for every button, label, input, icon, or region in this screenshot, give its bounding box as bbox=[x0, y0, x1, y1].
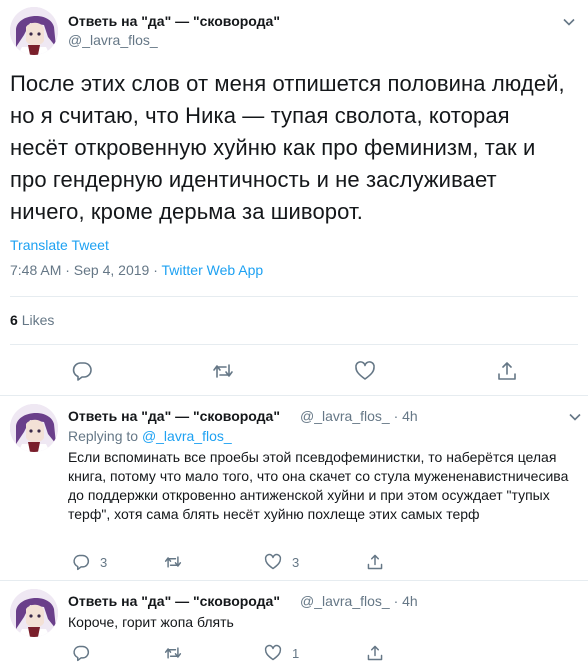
avatar[interactable] bbox=[10, 404, 58, 452]
user-handle-time[interactable]: @_lavra_flos_ · 4h bbox=[300, 408, 418, 424]
translate-tweet-link[interactable]: Translate Tweet bbox=[10, 237, 109, 253]
likes-count[interactable]: 6 Likes bbox=[10, 312, 54, 328]
retweet-button[interactable] bbox=[164, 643, 192, 663]
retweet-button[interactable] bbox=[164, 552, 192, 572]
user-handle[interactable]: @_lavra_flos_ bbox=[68, 32, 158, 48]
reply-tweet[interactable]: Ответь на "да" — "сковорода" @_lavra_flo… bbox=[0, 396, 588, 580]
share-icon bbox=[367, 554, 383, 570]
share-button[interactable] bbox=[366, 643, 394, 663]
reply-tweet[interactable]: Ответь на "да" — "сковорода" @_lavra_flo… bbox=[0, 581, 588, 669]
user-handle-time[interactable]: @_lavra_flos_ · 4h bbox=[300, 593, 418, 609]
reply-icon[interactable] bbox=[71, 360, 93, 382]
retweet-icon bbox=[164, 556, 182, 568]
reply-button[interactable] bbox=[72, 643, 100, 663]
display-name[interactable]: Ответь на "да" — "сковорода" bbox=[68, 408, 280, 424]
tweet-meta: 7:48 AM · Sep 4, 2019 · Twitter Web App bbox=[10, 262, 263, 278]
share-button[interactable] bbox=[366, 552, 394, 572]
reply-icon bbox=[73, 554, 90, 571]
source-app-link[interactable]: Twitter Web App bbox=[162, 262, 264, 278]
replying-to-link[interactable]: @_lavra_flos_ bbox=[142, 428, 232, 444]
reply-count: 3 bbox=[100, 554, 108, 570]
tweet-text: После этих слов от меня отпишется полови… bbox=[10, 71, 565, 224]
like-icon[interactable] bbox=[354, 360, 376, 382]
reply-actions: 1 bbox=[68, 643, 568, 663]
avatar[interactable] bbox=[10, 7, 58, 55]
like-count: 1 bbox=[292, 645, 300, 661]
reply-text: Если вспоминать все проебы этой псевдофе… bbox=[68, 449, 569, 522]
replying-to: Replying to @_lavra_flos_ bbox=[68, 428, 232, 444]
reply-text: Короче, горит жопа блять bbox=[68, 614, 234, 630]
likes-number: 6 bbox=[10, 312, 18, 328]
like-count: 3 bbox=[292, 554, 300, 570]
like-icon bbox=[264, 644, 282, 661]
likes-label: Likes bbox=[21, 312, 55, 328]
avatar[interactable] bbox=[10, 589, 58, 637]
reply-button[interactable]: 3 bbox=[72, 552, 107, 572]
chevron-down-icon[interactable] bbox=[562, 15, 576, 29]
tweet-timestamp[interactable]: 7:48 AM · Sep 4, 2019 · bbox=[10, 262, 162, 278]
main-tweet: Ответь на "да" — "сковорода" @_lavra_flo… bbox=[0, 0, 588, 396]
share-icon bbox=[367, 645, 383, 661]
share-icon[interactable] bbox=[496, 360, 518, 382]
chevron-down-icon[interactable] bbox=[568, 410, 582, 424]
display-name[interactable]: Ответь на "да" — "сковорода" bbox=[68, 13, 280, 29]
replying-prefix: Replying to bbox=[68, 428, 142, 444]
like-button[interactable]: 1 bbox=[264, 643, 299, 663]
retweet-icon bbox=[164, 647, 182, 659]
display-name[interactable]: Ответь на "да" — "сковорода" bbox=[68, 593, 280, 609]
retweet-icon[interactable] bbox=[212, 360, 234, 382]
reply-icon bbox=[73, 645, 90, 662]
divider bbox=[10, 296, 578, 297]
divider bbox=[10, 344, 578, 345]
like-button[interactable]: 3 bbox=[264, 552, 299, 572]
reply-actions: 3 3 bbox=[68, 552, 568, 572]
like-icon bbox=[264, 553, 282, 570]
